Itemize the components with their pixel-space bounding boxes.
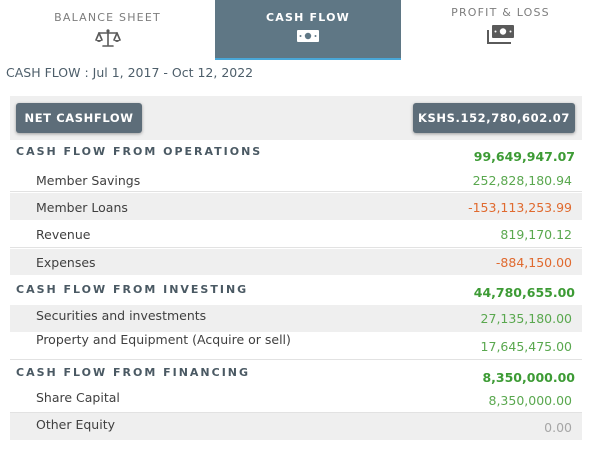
list-item: Securities and investments 27,135,180.00 xyxy=(10,305,582,332)
tab-profit-loss[interactable]: PROFIT & LOSS xyxy=(401,0,600,60)
operations-section-title: CASH FLOW FROM OPERATIONS xyxy=(16,145,263,158)
item-label: Member Savings xyxy=(36,173,141,188)
list-item: Share Capital 8,350,000.00 xyxy=(10,390,582,413)
item-label: Revenue xyxy=(36,227,91,242)
stacked-banknotes-icon xyxy=(486,25,514,44)
item-value: 8,350,000.00 xyxy=(488,393,573,408)
scales-icon xyxy=(94,29,121,47)
report-tabs: BALANCE SHEET CASH FLOW PROFIT & LOSS xyxy=(0,0,600,60)
item-label: Property and Equipment (Acquire or sell) xyxy=(36,332,291,347)
investing-section-title: CASH FLOW FROM INVESTING xyxy=(16,283,249,296)
tab-balance-sheet-label: BALANCE SHEET xyxy=(54,11,161,24)
list-item: Property and Equipment (Acquire or sell)… xyxy=(10,332,582,360)
tab-balance-sheet[interactable]: BALANCE SHEET xyxy=(0,0,215,60)
item-value: 27,135,180.00 xyxy=(480,311,572,326)
tab-cash-flow-label: CASH FLOW xyxy=(266,11,350,24)
list-item: Expenses -884,150.00 xyxy=(10,249,582,275)
investing-section-header: CASH FLOW FROM INVESTING 44,780,655.00 xyxy=(10,275,582,305)
financing-section-title: CASH FLOW FROM FINANCING xyxy=(16,366,251,379)
item-label: Member Loans xyxy=(36,200,128,215)
cash-flow-statement: NET CASHFLOW KSHS.152,780,602.07 CASH FL… xyxy=(10,96,582,440)
financing-section-header: CASH FLOW FROM FINANCING 8,350,000.00 xyxy=(10,360,582,390)
item-label: Expenses xyxy=(36,255,96,270)
item-value: 17,645,475.00 xyxy=(480,339,572,354)
financing-section-total: 8,350,000.00 xyxy=(482,370,575,385)
report-period-title: CASH FLOW : Jul 1, 2017 - Oct 12, 2022 xyxy=(6,65,254,80)
item-value: 819,170.12 xyxy=(500,227,572,242)
operations-section-total: 99,649,947.07 xyxy=(473,149,575,164)
item-label: Securities and investments xyxy=(36,308,207,323)
item-label: Other Equity xyxy=(36,417,115,432)
net-cashflow-summary: NET CASHFLOW KSHS.152,780,602.07 xyxy=(10,96,582,140)
list-item: Member Loans -153,113,253.99 xyxy=(10,193,582,220)
list-item: Other Equity 0.00 xyxy=(10,413,582,440)
net-cashflow-total-button[interactable]: KSHS.152,780,602.07 xyxy=(413,103,575,133)
investing-section-total: 44,780,655.00 xyxy=(473,285,575,300)
item-value: -153,113,253.99 xyxy=(468,200,572,215)
banknote-icon xyxy=(297,30,319,42)
item-value: 252,828,180.94 xyxy=(472,173,572,188)
item-value: 0.00 xyxy=(544,420,572,435)
net-cashflow-button[interactable]: NET CASHFLOW xyxy=(16,103,142,133)
item-value: -884,150.00 xyxy=(495,255,572,270)
list-item: Revenue 819,170.12 xyxy=(10,220,582,248)
tab-profit-loss-label: PROFIT & LOSS xyxy=(451,6,550,19)
cash-flow-report: BALANCE SHEET CASH FLOW PROFIT & LOSS CA… xyxy=(0,0,600,458)
list-item: Member Savings 252,828,180.94 xyxy=(10,164,582,192)
tab-cash-flow[interactable]: CASH FLOW xyxy=(215,0,401,60)
operations-section-header: CASH FLOW FROM OPERATIONS 99,649,947.07 xyxy=(10,140,582,164)
item-label: Share Capital xyxy=(36,390,120,405)
